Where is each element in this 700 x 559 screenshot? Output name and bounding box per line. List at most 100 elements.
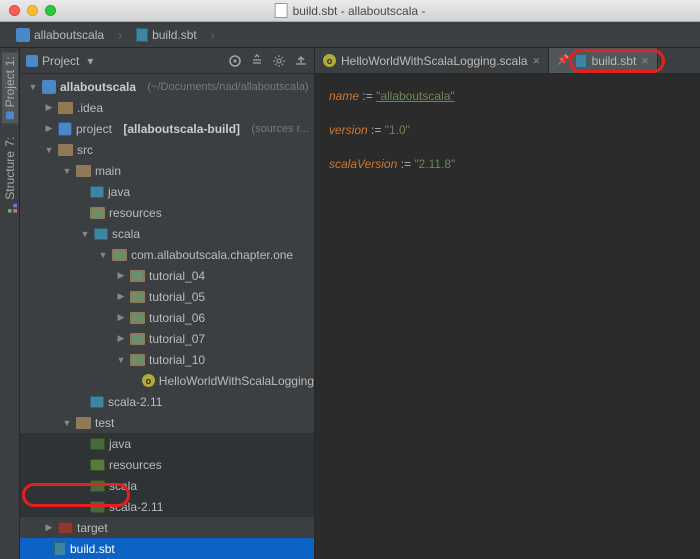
test-folder-icon [90,501,105,513]
module-hint: (sources r... [251,123,308,135]
titlebar: build.sbt - allaboutscala - [0,0,700,22]
tree-item-tut05[interactable]: tutorial_05 [20,286,314,307]
kw-name: name [329,89,359,103]
tree-label: scala-2.11 [108,395,162,409]
tree-item-scala[interactable]: scala [20,223,314,244]
scala-object-icon: o [323,54,336,67]
sbt-file-icon [136,28,148,42]
code-line-2: version := "1.0" [329,118,686,142]
tree-label: tutorial_06 [149,311,205,325]
editor-tabs: o HelloWorldWithScalaLogging.scala × 📌 b… [315,48,700,74]
tab-hello[interactable]: o HelloWorldWithScalaLogging.scala × [315,48,549,73]
tree-label: test [95,416,114,430]
tree-item-java[interactable]: java [20,181,314,202]
package-icon [130,270,145,282]
breadcrumb-separator [116,28,124,42]
tree-label: tutorial_07 [149,332,205,346]
tree-label: scala-2.11 [109,500,163,514]
package-icon [130,354,145,366]
project-panel-header: Project ▾ [20,48,314,74]
tree-item-buildsbt[interactable]: build.sbt [20,538,314,559]
window-title: build.sbt - allaboutscala - [275,3,426,18]
resources-folder-icon [90,207,105,219]
sbt-file-icon [575,54,587,68]
hide-icon[interactable] [294,54,308,68]
rail-structure-tab[interactable]: Structure 7: [2,133,18,217]
tree-item-test-scala[interactable]: scala [20,475,314,496]
title-text: build.sbt - allaboutscala - [293,4,426,18]
module-build: [allaboutscala-build] [123,122,240,136]
tree-label: src [77,143,93,157]
tree-label: com.allaboutscala.chapter.one [131,248,293,262]
tree-root[interactable]: allaboutscala (~/Documents/nad/allabouts… [20,76,314,97]
tab-label: HelloWorldWithScalaLogging.scala [341,54,528,68]
tree-item-test-scala211[interactable]: scala-2.11 [20,496,314,517]
folder-icon [58,102,73,114]
op: := [401,157,411,171]
string-literal: "2.11.8" [414,157,455,171]
sbt-file-icon [54,542,66,556]
scala-object-icon: o [142,374,155,387]
close-icon[interactable]: × [533,53,541,68]
kw-scalaversion: scalaVersion [329,157,397,171]
project-tree[interactable]: allaboutscala (~/Documents/nad/allabouts… [20,74,314,559]
tree-label: .idea [77,101,103,115]
module-icon [58,122,72,136]
string-literal: "allaboutscala" [376,89,455,103]
package-icon [130,312,145,324]
tree-item-test[interactable]: test [20,412,314,433]
tree-label: resources [109,206,162,220]
test-folder-icon [90,438,105,450]
tree-label: tutorial_05 [149,290,205,304]
tab-buildsbt[interactable]: 📌 build.sbt × [549,48,658,73]
project-root-name: allaboutscala [60,80,136,94]
breadcrumb-file[interactable]: build.sbt [128,26,205,44]
tree-item-tut10[interactable]: tutorial_10 [20,349,314,370]
source-folder-icon [94,228,108,240]
tree-item-package[interactable]: com.allaboutscala.chapter.one [20,244,314,265]
tree-item-project[interactable]: project [allaboutscala-build] (sources r… [20,118,314,139]
tree-item-tut06[interactable]: tutorial_06 [20,307,314,328]
locate-icon[interactable] [228,54,242,68]
package-icon [130,333,145,345]
tree-label: tutorial_04 [149,269,205,283]
test-resources-folder-icon [90,459,105,471]
tree-item-tut04[interactable]: tutorial_04 [20,265,314,286]
left-toolwindow-rail: Project 1: Structure 7: [0,48,20,559]
breadcrumb-project[interactable]: allaboutscala [8,26,112,44]
tree-item-resources[interactable]: resources [20,202,314,223]
breadcrumb-file-label: build.sbt [152,28,197,42]
close-icon[interactable]: × [641,53,649,68]
tree-label: HelloWorldWithScalaLogging [159,374,314,388]
excluded-folder-icon [58,522,73,534]
tree-item-hello[interactable]: o HelloWorldWithScalaLogging [20,370,314,391]
tree-label: tutorial_10 [149,353,205,367]
tree-item-test-java[interactable]: java [20,433,314,454]
tree-item-src[interactable]: src [20,139,314,160]
tree-item-test-resources[interactable]: resources [20,454,314,475]
code-editor[interactable]: name := "allaboutscala" version := "1.0"… [315,74,700,186]
window-minimize-button[interactable] [27,5,38,16]
folder-icon [76,417,91,429]
package-icon [112,249,127,261]
tree-item-main[interactable]: main [20,160,314,181]
file-icon [275,3,288,18]
tree-label: project [76,122,112,136]
tree-item-scala211[interactable]: scala-2.11 [20,391,314,412]
tree-item-tut07[interactable]: tutorial_07 [20,328,314,349]
gear-icon[interactable] [272,54,286,68]
window-zoom-button[interactable] [45,5,56,16]
chevron-down-icon[interactable]: ▾ [83,54,97,68]
rail-project-label: Project [3,70,17,107]
collapse-all-icon[interactable] [250,54,264,68]
tree-item-target[interactable]: target [20,517,314,538]
rail-project-tab[interactable]: Project 1: [2,52,18,123]
tree-item-idea[interactable]: .idea [20,97,314,118]
project-root-path: (~/Documents/nad/allaboutscala) [147,81,308,93]
breadcrumb: allaboutscala build.sbt [0,22,700,48]
tree-label: build.sbt [70,542,115,556]
source-folder-icon [90,396,104,408]
tree-label: main [95,164,121,178]
project-panel-title: Project [42,54,79,68]
window-close-button[interactable] [9,5,20,16]
